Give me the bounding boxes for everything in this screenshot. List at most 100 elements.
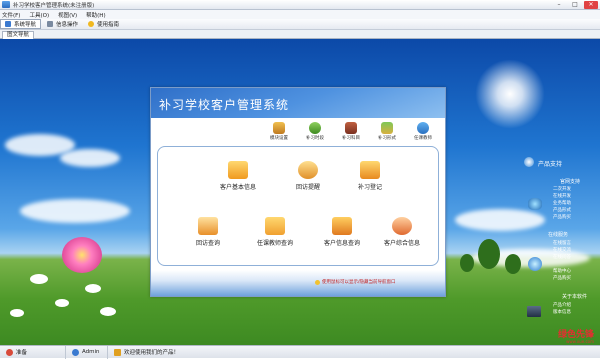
menu-bar: 文件(F) 工具(O) 视图(V) 帮助(H) bbox=[0, 10, 600, 19]
toolbar-label: 使用指南 bbox=[97, 22, 120, 28]
func-label: 客户基本信息 bbox=[219, 184, 256, 191]
side-link[interactable]: 二次开发 bbox=[553, 186, 571, 192]
func-label: 客户信息查询 bbox=[323, 240, 360, 247]
menu-help[interactable]: 帮助(H) bbox=[86, 11, 105, 19]
tree bbox=[460, 254, 474, 272]
status-user: Admin bbox=[66, 345, 108, 359]
status-bar: 准备 Admin 欢迎使用我们的产品！ bbox=[0, 345, 600, 359]
support-globe-icon bbox=[524, 157, 534, 167]
online-service-icon bbox=[528, 257, 542, 271]
tab-graphic-navigation[interactable]: 图文导航 bbox=[2, 31, 35, 39]
info-icon bbox=[47, 21, 54, 27]
flower bbox=[30, 274, 48, 284]
func-revisit-reminder[interactable]: 回访提醒 bbox=[278, 161, 338, 191]
info-operation-button[interactable]: 信息操作 bbox=[43, 19, 82, 29]
quick-item-tutoring-form[interactable]: 补习形式 bbox=[375, 122, 399, 141]
status-ready-label: 准备 bbox=[16, 350, 28, 356]
quick-label: 补习时段 bbox=[306, 136, 324, 141]
cloud bbox=[60, 149, 120, 167]
welcome-icon bbox=[114, 348, 121, 356]
tab-bar: 图文导航 bbox=[0, 30, 600, 39]
teacher-icon bbox=[417, 122, 429, 134]
quick-item-tutoring-period[interactable]: 补习时段 bbox=[303, 122, 327, 141]
lightbulb-icon bbox=[315, 279, 320, 285]
window-title: 补习学校客户管理系统(未注册版) bbox=[13, 2, 95, 9]
func-customer-query[interactable]: 客户信息查询 bbox=[312, 217, 372, 247]
quick-item-module-settings[interactable]: 模块设置 bbox=[267, 122, 291, 141]
toolbar-label: 系统导航 bbox=[14, 22, 37, 28]
flower bbox=[62, 237, 102, 273]
function-area: 客户基本信息 回访提醒 补习登记 回访查询 任课教师查询 客户信息查询 客户综合… bbox=[157, 146, 439, 266]
customer-summary-icon bbox=[392, 217, 412, 235]
navigation-panel: 补习学校客户管理系统 模块设置 补习时段 补习科目 补习形式 任课教师 客户基本… bbox=[150, 87, 446, 297]
menu-tools[interactable]: 工具(O) bbox=[29, 11, 49, 19]
footer-note: 使用鼠标可以显示/隐藏当前导航窗口 bbox=[315, 279, 396, 285]
status-welcome-label: 欢迎使用我们的产品！ bbox=[124, 350, 180, 356]
maximize-button[interactable]: □ bbox=[568, 1, 582, 9]
side-link[interactable]: 产品购买 bbox=[553, 275, 571, 281]
func-label: 回访提醒 bbox=[295, 184, 320, 191]
about-head: 关于本软件 bbox=[562, 294, 588, 300]
support-title: 产品支持 bbox=[538, 161, 563, 168]
quick-item-tutoring-subject[interactable]: 补习科目 bbox=[339, 122, 363, 141]
watermark-url: www.xue.com bbox=[566, 339, 594, 344]
sun-glow bbox=[475, 59, 545, 129]
side-link[interactable]: 帮助中心 bbox=[553, 268, 571, 274]
close-button[interactable]: ✕ bbox=[584, 1, 598, 9]
user-icon bbox=[72, 348, 79, 356]
func-customer-summary[interactable]: 客户综合信息 bbox=[372, 217, 432, 247]
tools-icon bbox=[381, 122, 393, 134]
func-customer-info[interactable]: 客户基本信息 bbox=[208, 161, 268, 191]
footer-note-text: 使用鼠标可以显示/隐藏当前导航窗口 bbox=[322, 280, 396, 285]
func-tutoring-register[interactable]: 补习登记 bbox=[340, 161, 400, 191]
system-navigation-button[interactable]: 系统导航 bbox=[0, 19, 42, 29]
side-link[interactable]: 在线问答 bbox=[553, 254, 571, 260]
computer-icon bbox=[527, 306, 541, 317]
side-link[interactable]: 产品购买 bbox=[553, 214, 571, 220]
quick-item-teachers[interactable]: 任课教师 bbox=[411, 122, 435, 141]
official-support-icon bbox=[528, 198, 542, 210]
status-user-label: Admin bbox=[82, 349, 100, 355]
house-icon bbox=[273, 122, 285, 134]
panel-footer: 使用鼠标可以显示/隐藏当前导航窗口 bbox=[151, 270, 445, 296]
flower bbox=[85, 284, 101, 293]
side-link[interactable]: 业务帮助 bbox=[553, 200, 571, 206]
customer-query-icon bbox=[332, 217, 352, 235]
flower bbox=[55, 299, 69, 307]
side-link[interactable]: 在线交流 bbox=[553, 247, 571, 253]
minimize-button[interactable]: – bbox=[552, 1, 566, 9]
flower bbox=[100, 307, 116, 316]
func-teacher-query[interactable]: 任课教师查询 bbox=[245, 217, 305, 247]
menu-view[interactable]: 视图(V) bbox=[58, 11, 77, 19]
side-link[interactable]: 在线开发 bbox=[553, 193, 571, 199]
app-icon bbox=[2, 1, 10, 8]
cloud bbox=[20, 199, 130, 223]
register-icon bbox=[360, 161, 380, 179]
func-label: 任课教师查询 bbox=[256, 240, 293, 247]
title-bar: 补习学校客户管理系统(未注册版) – □ ✕ bbox=[0, 0, 600, 10]
status-welcome: 欢迎使用我们的产品！ bbox=[108, 346, 185, 359]
customer-info-icon bbox=[228, 161, 248, 179]
teacher-query-icon bbox=[265, 217, 285, 235]
quick-label: 补习形式 bbox=[378, 136, 396, 141]
toolbar-label: 信息操作 bbox=[56, 22, 79, 28]
user-guide-button[interactable]: 使用指南 bbox=[84, 19, 123, 29]
online-service-head: 在线服务 bbox=[548, 232, 569, 238]
quick-label: 任课教师 bbox=[414, 136, 432, 141]
func-label: 回访查询 bbox=[195, 240, 220, 247]
window-controls: – □ ✕ bbox=[552, 1, 598, 9]
quick-settings: 模块设置 补习时段 补习科目 补习形式 任课教师 bbox=[267, 122, 435, 141]
side-link[interactable]: 在线留言 bbox=[553, 240, 571, 246]
side-link[interactable]: 产品形式 bbox=[553, 207, 571, 213]
book-icon bbox=[345, 122, 357, 134]
help-icon bbox=[88, 21, 95, 27]
toolbar: 系统导航 信息操作 使用指南 bbox=[0, 19, 600, 30]
func-revisit-query[interactable]: 回访查询 bbox=[178, 217, 238, 247]
menu-file[interactable]: 文件(F) bbox=[2, 11, 20, 19]
tree bbox=[478, 239, 500, 269]
flower bbox=[10, 309, 24, 317]
side-link[interactable]: 产品介绍 bbox=[553, 302, 571, 308]
clock-icon bbox=[309, 122, 321, 134]
side-link[interactable]: 版本信息 bbox=[553, 309, 571, 315]
func-label: 补习登记 bbox=[357, 184, 382, 191]
